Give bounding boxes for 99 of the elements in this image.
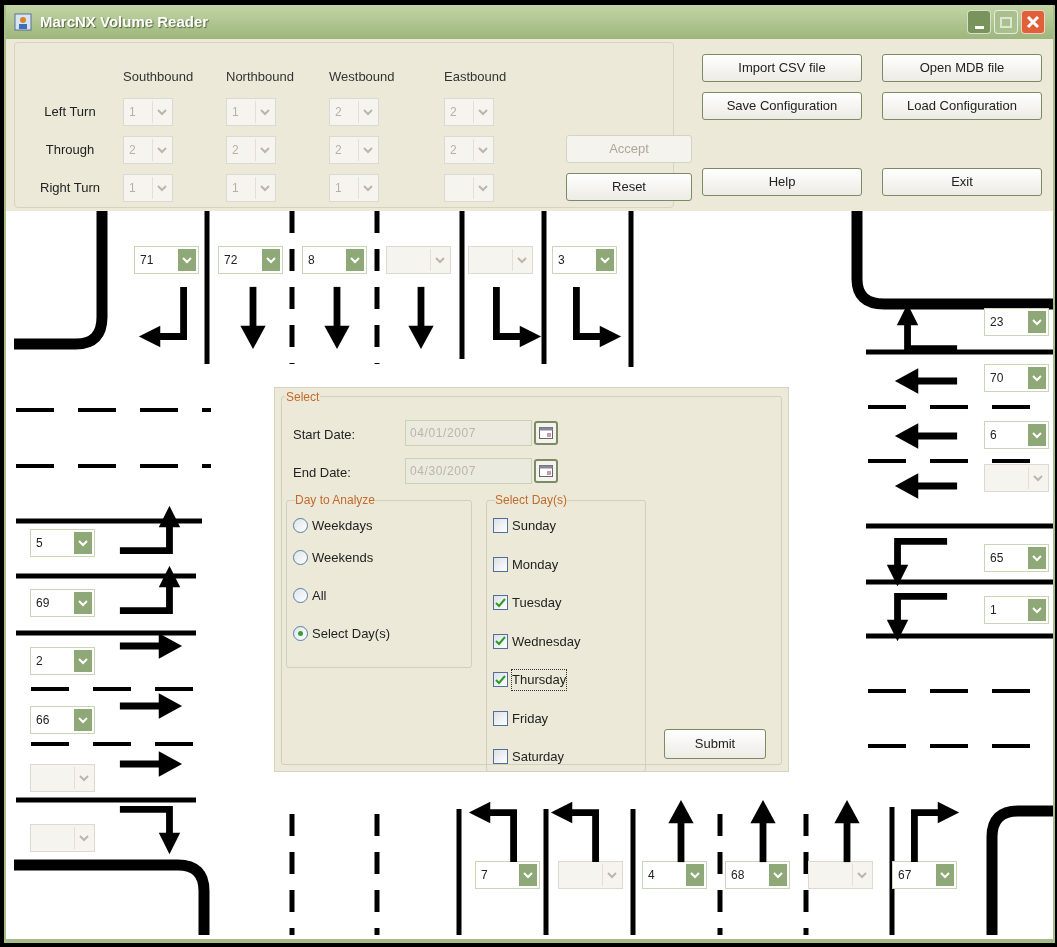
option-label: Weekdays xyxy=(312,517,373,535)
chevron-down-icon xyxy=(255,177,273,199)
option-label: All xyxy=(312,587,327,605)
column-header: Eastbound xyxy=(443,68,508,87)
dropdown[interactable]: 66 xyxy=(30,706,95,734)
chevron-down-icon xyxy=(178,249,196,271)
chevron-down-icon xyxy=(430,249,448,271)
chevron-down-icon xyxy=(1028,367,1046,389)
dropdown[interactable]: 71 xyxy=(134,246,199,274)
chevron-down-icon xyxy=(74,767,92,789)
chevron-down-icon xyxy=(852,864,870,886)
chevron-down-icon xyxy=(74,592,92,614)
checkbox-label: Tuesday xyxy=(512,594,562,612)
checkbox-label: Monday xyxy=(512,555,559,574)
close-button[interactable] xyxy=(1021,10,1045,34)
chevron-down-icon xyxy=(358,177,376,199)
close-icon xyxy=(1026,15,1040,29)
dropdown[interactable]: 68 xyxy=(725,861,790,889)
chevron-down-icon xyxy=(74,827,92,849)
radio-button[interactable] xyxy=(293,550,308,566)
radio-button[interactable] xyxy=(293,626,308,642)
dropdown[interactable]: 67 xyxy=(892,861,957,889)
action-button[interactable]: Save Configuration xyxy=(702,92,862,120)
checkbox[interactable] xyxy=(493,518,508,534)
chevron-down-icon xyxy=(1028,424,1046,446)
chevron-down-icon xyxy=(1028,467,1046,489)
radio-button[interactable] xyxy=(293,588,308,604)
chevron-down-icon xyxy=(74,532,92,554)
chevron-down-icon xyxy=(473,177,491,199)
chevron-down-icon xyxy=(936,864,954,886)
action-button[interactable]: Import CSV file xyxy=(702,54,862,82)
chevron-down-icon xyxy=(152,101,170,123)
dropdown[interactable]: 72 xyxy=(218,246,283,274)
chevron-down-icon xyxy=(255,101,273,123)
checkbox[interactable] xyxy=(493,556,508,572)
dropdown[interactable]: 23 xyxy=(984,308,1049,336)
chevron-down-icon xyxy=(1028,547,1046,569)
column-header: Westbound xyxy=(328,68,396,87)
submit-button[interactable]: Submit xyxy=(664,729,766,759)
app-icon xyxy=(14,13,32,31)
column-header: Southbound xyxy=(122,68,195,87)
row-label: Right Turn xyxy=(39,179,101,198)
action-button[interactable]: Help xyxy=(702,168,862,196)
dropdown[interactable]: 6 xyxy=(984,421,1049,449)
action-button[interactable]: Open MDB file xyxy=(882,54,1042,82)
checkbox-label: Thursday xyxy=(512,670,567,690)
chevron-down-icon xyxy=(346,249,364,271)
dropdown[interactable]: 70 xyxy=(984,364,1049,392)
calendar-icon[interactable] xyxy=(534,459,558,483)
chevron-down-icon xyxy=(74,650,92,672)
field-label: End Date: xyxy=(293,464,351,482)
checkbox[interactable] xyxy=(493,595,508,611)
chevron-down-icon xyxy=(152,177,170,199)
chevron-down-icon xyxy=(596,249,614,271)
chevron-down-icon xyxy=(686,864,704,886)
dropdown[interactable]: 69 xyxy=(30,589,95,617)
dropdown[interactable]: 7 xyxy=(475,861,540,889)
chevron-down-icon xyxy=(473,101,491,123)
dropdown[interactable]: 5 xyxy=(30,529,95,557)
chevron-down-icon xyxy=(1028,311,1046,333)
checkbox-label: Saturday xyxy=(512,748,565,766)
option-label: Weekends xyxy=(312,549,374,567)
action-button[interactable]: Reset xyxy=(566,173,692,201)
checkbox-label: Sunday xyxy=(512,517,557,535)
chevron-down-icon xyxy=(74,709,92,731)
chevron-down-icon xyxy=(1028,599,1046,621)
chevron-down-icon xyxy=(358,101,376,123)
action-button[interactable]: Load Configuration xyxy=(882,92,1042,120)
checkbox-label: Wednesday xyxy=(512,632,581,651)
chevron-down-icon xyxy=(602,864,620,886)
option-label: Select Day(s) xyxy=(312,625,391,643)
checkbox-label: Friday xyxy=(512,709,549,728)
dropdown[interactable]: 8 xyxy=(302,246,367,274)
dropdown[interactable]: 1 xyxy=(984,596,1049,624)
row-label: Through xyxy=(44,141,96,160)
radio-button[interactable] xyxy=(293,518,308,534)
column-header: Northbound xyxy=(225,68,295,87)
dropdown[interactable]: 2 xyxy=(30,647,95,675)
checkbox[interactable] xyxy=(493,749,508,765)
chevron-down-icon xyxy=(262,249,280,271)
row-label: Left Turn xyxy=(43,103,97,122)
chevron-down-icon xyxy=(769,864,787,886)
checkbox[interactable] xyxy=(493,710,508,726)
chevron-down-icon xyxy=(512,249,530,271)
calendar-icon[interactable] xyxy=(534,421,558,445)
chevron-down-icon xyxy=(473,139,491,161)
field-label: Start Date: xyxy=(293,426,356,444)
dropdown[interactable]: 3 xyxy=(552,246,617,274)
chevron-down-icon xyxy=(519,864,537,886)
dropdown[interactable]: 4 xyxy=(642,861,707,889)
window-title: MarcNX Volume Reader xyxy=(40,11,209,32)
checkbox[interactable] xyxy=(493,633,508,649)
minimize-button[interactable] xyxy=(967,10,991,34)
action-button[interactable]: Exit xyxy=(882,168,1042,196)
chevron-down-icon xyxy=(255,139,273,161)
dropdown[interactable]: 65 xyxy=(984,544,1049,572)
chevron-down-icon xyxy=(152,139,170,161)
chevron-down-icon xyxy=(358,139,376,161)
checkbox[interactable] xyxy=(493,672,508,688)
